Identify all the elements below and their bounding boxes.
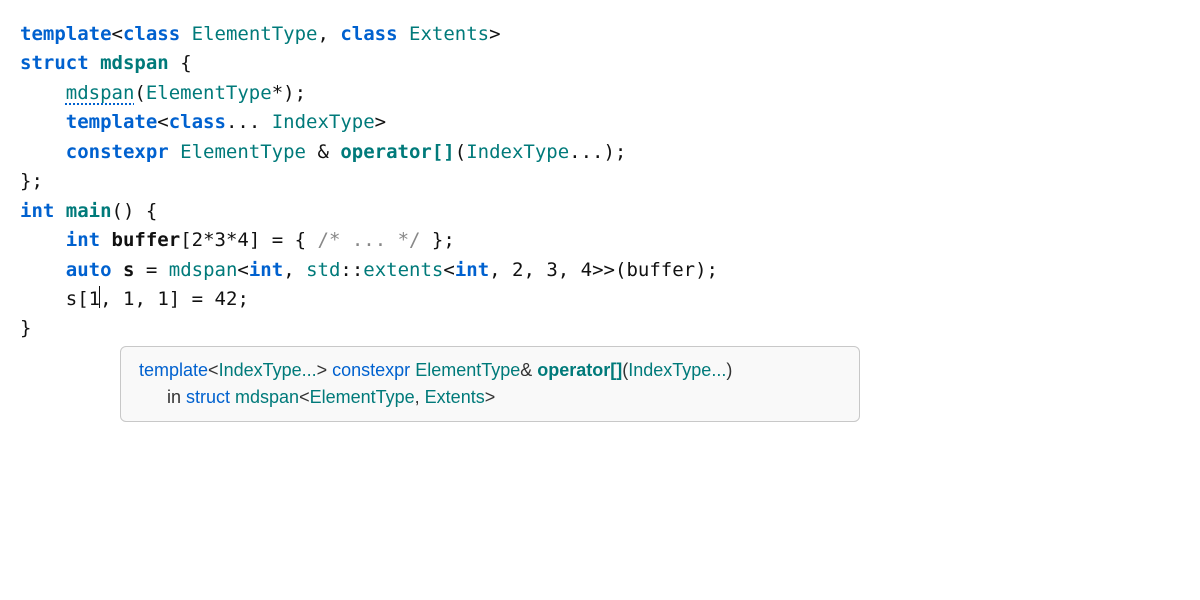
text-cursor [99,286,100,308]
parameter-hint-tooltip: template<IndexType...> constexpr Element… [120,346,860,422]
keyword-auto: auto [66,259,112,281]
code-line-10: int buffer[2*3*4] = { /* ... */ }; [20,226,1180,255]
keyword-int: int [20,200,54,222]
tooltip-keyword-template: template [139,360,208,380]
code-line-12: s[1, 1, 1] = 42; [20,285,1180,314]
tooltip-context-line: in struct mdspan<ElementType, Extents> [139,384,841,411]
type-extents: Extents [409,23,489,45]
tooltip-operator: operator[] [537,360,622,380]
code-line-1: template<class ElementType, class Extent… [20,20,1180,49]
code-line-13: } [20,314,1180,343]
var-buffer: buffer [112,229,181,251]
keyword-struct: struct [20,52,89,74]
keyword-template: template [20,23,112,45]
constructor-name: mdspan [66,82,135,104]
type-index: IndexType [272,111,375,133]
keyword-constexpr: constexpr [66,141,169,163]
struct-name: mdspan [100,52,169,74]
keyword-int: int [66,229,100,251]
keyword-template: template [66,111,158,133]
code-line-5: template<class... IndexType> [20,108,1180,137]
keyword-class: class [123,23,180,45]
code-line-11: auto s = mdspan<int, std::extents<int, 2… [20,256,1180,285]
function-main: main [66,200,112,222]
operator-name: operator [340,141,432,163]
type-mdspan: mdspan [169,259,238,281]
code-line-6: constexpr ElementType & operator[](Index… [20,138,1180,167]
code-line-2: struct mdspan { [20,49,1180,78]
type-extents: extents [363,259,443,281]
keyword-class: class [169,111,226,133]
comment: /* ... */ [318,229,421,251]
text-cursor-slot[interactable]: 1 [89,285,100,314]
var-s: s [123,259,134,281]
code-editor[interactable]: template<class ElementType, class Extent… [20,20,1180,344]
type-element: ElementType [192,23,318,45]
keyword-class: class [340,23,397,45]
code-line-3: mdspan(ElementType*); [20,79,1180,108]
code-line-9: int main() { [20,197,1180,226]
code-line-7: }; [20,167,1180,196]
